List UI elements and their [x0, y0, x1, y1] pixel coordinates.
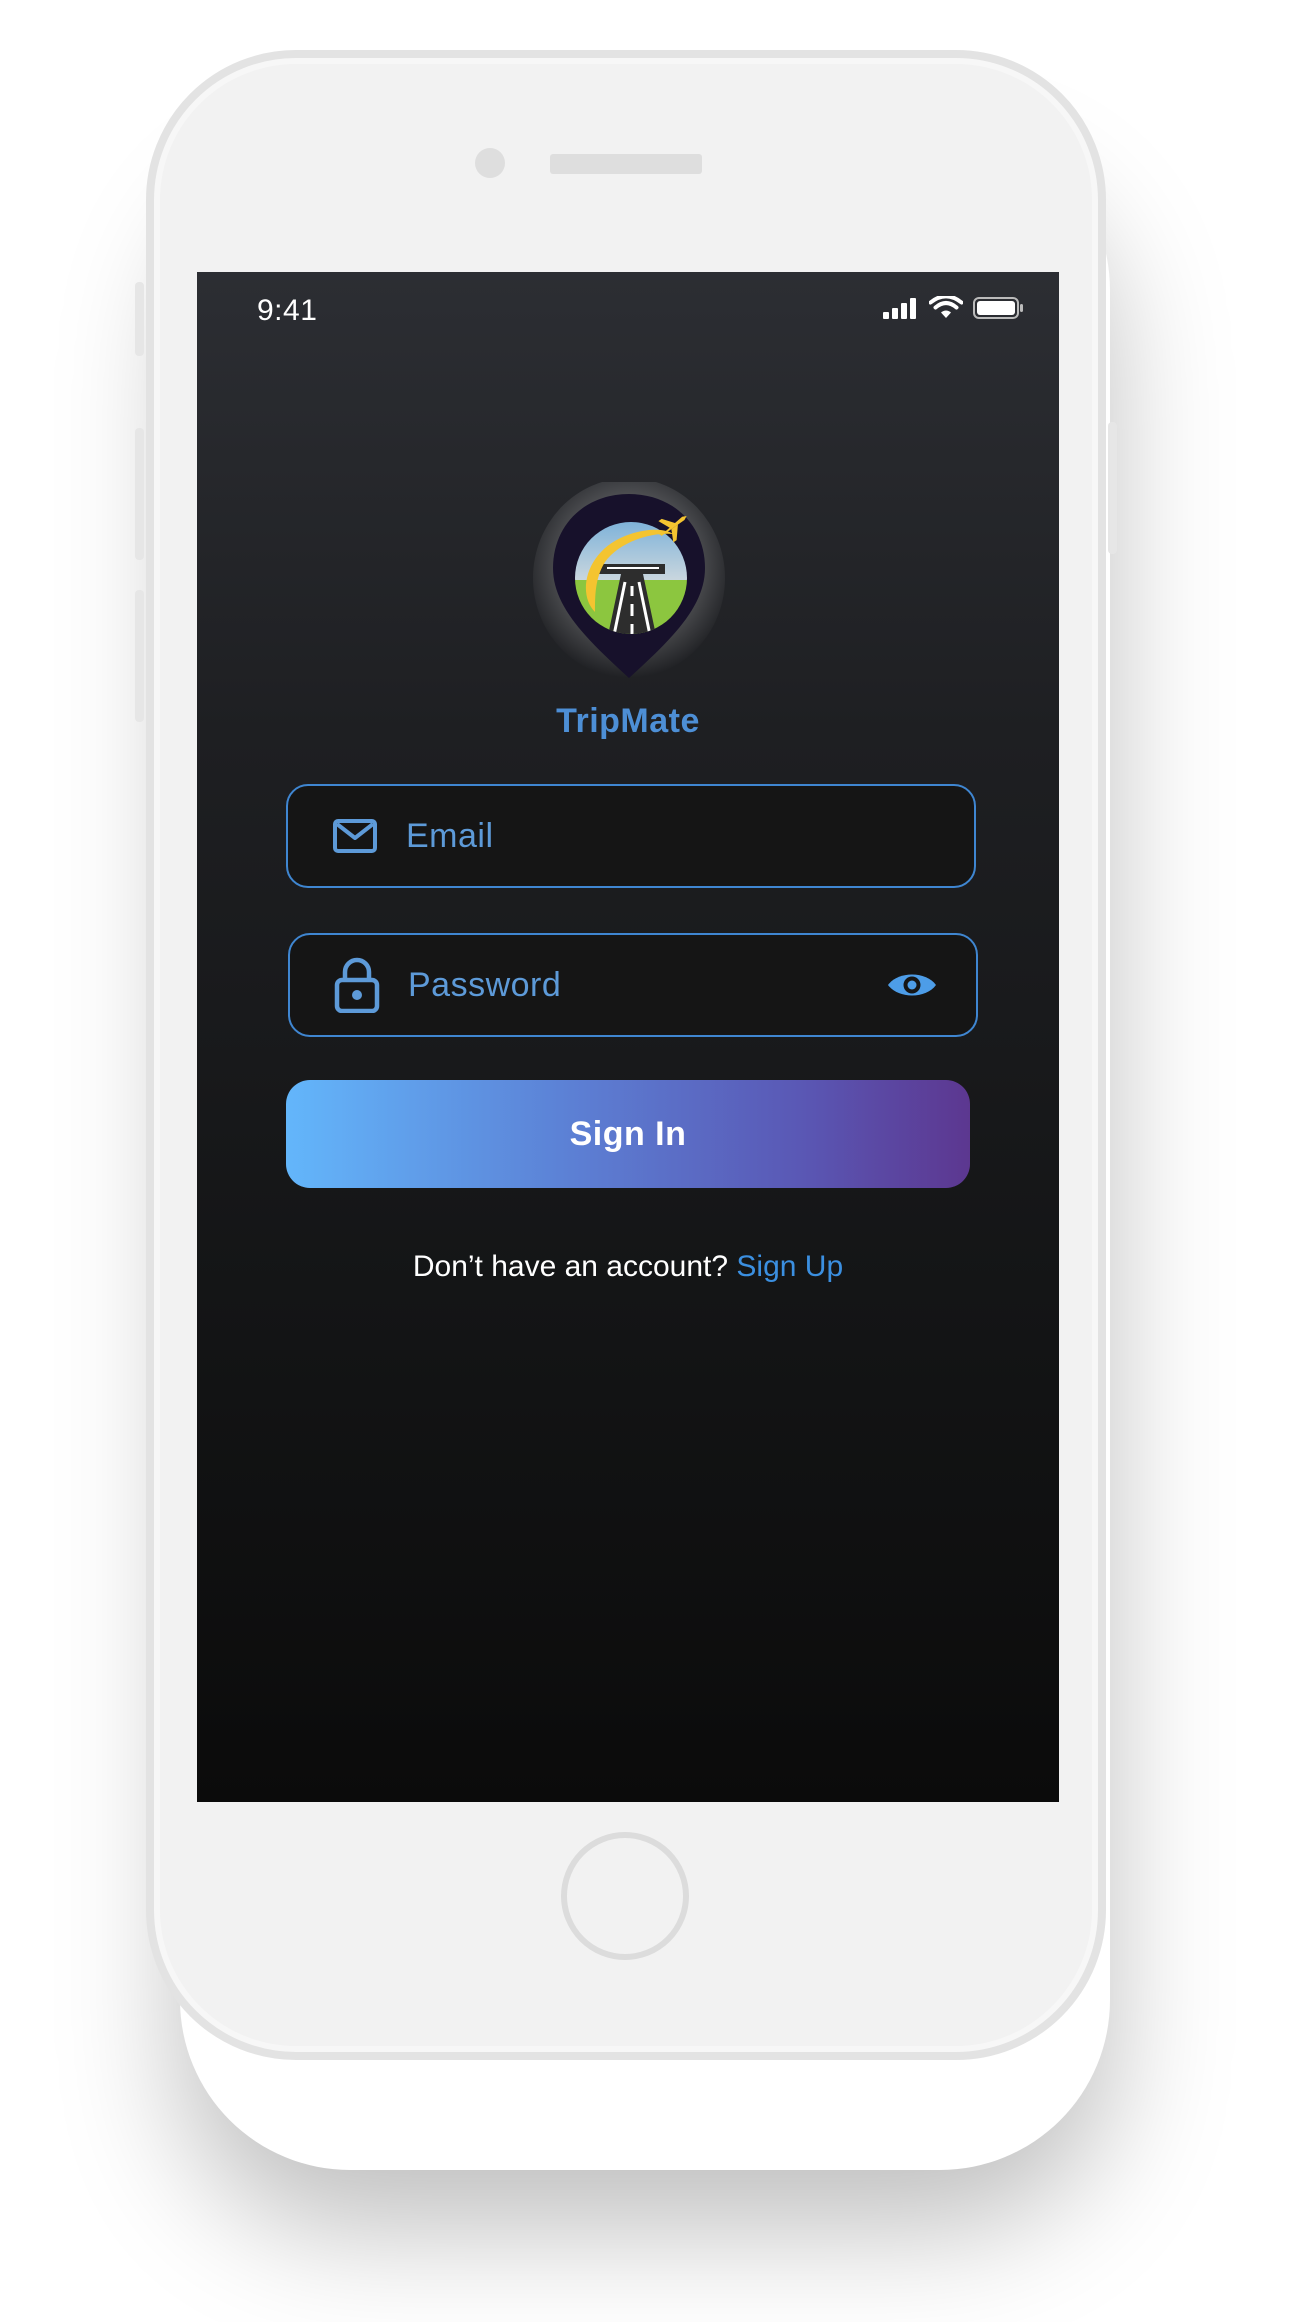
- status-bar: 9:41: [197, 272, 1059, 352]
- volume-up-button: [135, 428, 144, 560]
- status-icons: [883, 296, 1025, 320]
- power-button: [1108, 422, 1117, 554]
- signup-prompt-text: Don’t have an account?: [412, 1250, 737, 1283]
- login-screen: 9:41 TripMate Email Sign In Don’t have a…: [197, 272, 1059, 1802]
- app-name: TripMate: [556, 702, 700, 740]
- sign-in-button[interactable]: Sign In: [286, 1080, 970, 1188]
- home-button[interactable]: [561, 1832, 689, 1960]
- front-camera: [475, 148, 505, 178]
- envelope-icon: [332, 786, 378, 886]
- battery-icon: [973, 297, 1023, 319]
- mute-switch: [135, 282, 144, 356]
- cellular-signal-icon: [883, 298, 916, 319]
- email-field[interactable]: [286, 784, 976, 888]
- earpiece-speaker: [550, 154, 702, 174]
- wifi-icon: [929, 296, 963, 318]
- device-mockup: 9:41 TripMate Email Sign In Don’t have a…: [0, 0, 1290, 2322]
- password-input[interactable]: [408, 935, 848, 1035]
- tripmate-logo: [533, 478, 725, 692]
- lock-icon: [334, 935, 380, 1035]
- password-field[interactable]: [288, 933, 978, 1037]
- email-input[interactable]: [406, 786, 946, 886]
- status-time: 9:41: [257, 294, 318, 327]
- signup-prompt: Don’t have an account? Sign Up: [197, 1250, 1059, 1284]
- eye-icon[interactable]: [886, 935, 938, 1035]
- volume-down-button: [135, 590, 144, 722]
- sign-up-link[interactable]: Sign Up: [736, 1250, 843, 1283]
